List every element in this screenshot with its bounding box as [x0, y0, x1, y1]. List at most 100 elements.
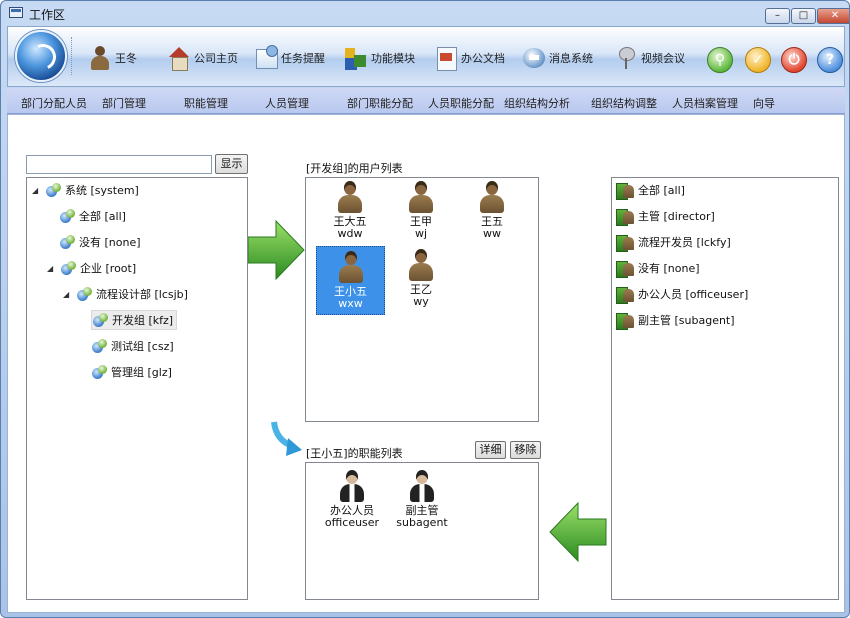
group-icon	[91, 364, 109, 380]
tree-node-kfz[interactable]: 开发组 [kfz]	[91, 310, 178, 330]
role-label: 主管 [director]	[638, 210, 715, 223]
tree-node-all[interactable]: 全部 [all]	[59, 206, 126, 226]
tree-label: 流程设计部 [lcsjb]	[96, 288, 188, 301]
tree-node-system[interactable]: ◢ 系统 [system]	[32, 180, 139, 200]
menu-dept-assign-staff[interactable]: 部门分配人员	[21, 95, 87, 111]
user-avatar-icon	[335, 180, 365, 214]
user-list-title: [开发组]的用户列表	[306, 162, 403, 175]
role-item-lckfy[interactable]: 流程开发员 [lckfy]	[616, 232, 731, 252]
curved-down-arrow-icon	[271, 421, 302, 456]
title-bar: 工作区 – □ ✕	[1, 1, 849, 25]
menu-bar: 部门分配人员 部门管理 职能管理 人员管理 部门职能分配 人员职能分配 组织结构…	[7, 88, 845, 114]
expand-arrow-icon[interactable]: ◢	[63, 290, 73, 299]
expand-arrow-icon[interactable]: ◢	[32, 186, 42, 195]
tree-node-root[interactable]: ◢ 企业 [root]	[47, 258, 136, 278]
role-item-all[interactable]: 全部 [all]	[616, 180, 685, 200]
role-icon	[616, 260, 635, 278]
video-icon	[614, 45, 638, 71]
org-tree-panel: ◢ 系统 [system] 全部 [all] 没有 [none] ◢ 企业 [r…	[26, 177, 248, 600]
window-title: 工作区	[29, 8, 66, 22]
user-list-panel: 王大五 wdw 王甲 wj 王五 ww 王小五 wxw 王乙 wy	[305, 177, 539, 422]
user-item[interactable]: 王五 ww	[464, 180, 520, 240]
role-icon	[616, 234, 635, 252]
message-system-button[interactable]: 消息系统	[522, 41, 593, 75]
message-system-label: 消息系统	[549, 52, 593, 65]
tree-node-csz[interactable]: 测试组 [csz]	[91, 336, 174, 356]
company-home-button[interactable]: 公司主页	[167, 41, 238, 75]
group-icon	[60, 260, 78, 276]
function-modules-button[interactable]: 功能模块	[344, 41, 415, 75]
minimize-button[interactable]: –	[765, 8, 790, 24]
user-avatar-icon	[406, 248, 436, 282]
user-item[interactable]: 王甲 wj	[393, 180, 449, 240]
user-item-selected[interactable]: 王小五 wxw	[316, 246, 385, 315]
company-home-label: 公司主页	[194, 52, 238, 65]
remove-button[interactable]: 移除	[510, 441, 541, 459]
menu-wizard[interactable]: 向导	[753, 95, 775, 111]
menu-dept-duty-assign[interactable]: 部门职能分配	[347, 95, 413, 111]
search-input[interactable]	[26, 155, 212, 174]
assign-right-arrow-icon[interactable]	[248, 219, 306, 281]
search-icon[interactable]: ⚲	[707, 47, 733, 73]
menu-dept-management[interactable]: 部门管理	[102, 95, 146, 111]
main-window: 工作区 – □ ✕ 王冬 公司主页 任务提醒 功能模块 办公文档 消息系统 视频…	[0, 0, 850, 618]
tree-node-none[interactable]: 没有 [none]	[59, 232, 141, 252]
detail-button[interactable]: 详细	[475, 441, 506, 459]
close-button[interactable]: ✕	[817, 8, 849, 24]
role-item-none[interactable]: 没有 [none]	[616, 258, 700, 278]
task-reminder-button[interactable]: 任务提醒	[254, 41, 325, 75]
power-icon[interactable]: ⏻	[781, 47, 807, 73]
role-item-director[interactable]: 主管 [director]	[616, 206, 715, 226]
role-icon	[616, 286, 635, 304]
group-icon	[59, 208, 77, 224]
duty-item[interactable]: 办公人员 officeuser	[322, 469, 382, 529]
main-toolbar: 王冬 公司主页 任务提醒 功能模块 办公文档 消息系统 视频会议 ⚲ ✓ ⏻ ?	[7, 26, 845, 87]
user-item[interactable]: 王乙 wy	[393, 248, 449, 308]
content-area: 显示 ◢ 系统 [system] 全部 [all] 没有 [none] ◢ 企业…	[7, 114, 845, 613]
businessman-icon	[337, 469, 367, 503]
menu-duty-management[interactable]: 职能管理	[184, 95, 228, 111]
role-label: 副主管 [subagent]	[638, 314, 735, 327]
group-icon	[91, 338, 109, 354]
duty-item[interactable]: 副主管 subagent	[392, 469, 452, 529]
tree-label: 全部 [all]	[79, 210, 126, 223]
modules-icon	[344, 45, 368, 71]
video-conference-button[interactable]: 视频会议	[614, 41, 685, 75]
help-icon[interactable]: ?	[817, 47, 843, 73]
role-icon	[616, 182, 635, 200]
maximize-button[interactable]: □	[791, 8, 816, 24]
menu-staff-archives[interactable]: 人员档案管理	[672, 95, 738, 111]
start-orb-button[interactable]	[15, 30, 67, 82]
lock-icon[interactable]: ✓	[745, 47, 771, 73]
message-icon	[522, 45, 546, 71]
task-icon	[254, 45, 278, 71]
group-icon	[59, 234, 77, 250]
role-label: 没有 [none]	[638, 262, 700, 275]
function-modules-label: 功能模块	[371, 52, 415, 65]
role-item-officeuser[interactable]: 办公人员 [officeuser]	[616, 284, 748, 304]
tree-label: 没有 [none]	[79, 236, 141, 249]
menu-org-adjust[interactable]: 组织结构调整	[591, 95, 657, 111]
role-icon	[616, 208, 635, 226]
show-button[interactable]: 显示	[215, 154, 248, 174]
group-icon	[92, 312, 110, 328]
menu-staff-duty-assign[interactable]: 人员职能分配	[428, 95, 494, 111]
user-button[interactable]: 王冬	[88, 41, 137, 75]
role-item-subagent[interactable]: 副主管 [subagent]	[616, 310, 735, 330]
tree-label: 企业 [root]	[80, 262, 137, 275]
tree-node-glz[interactable]: 管理组 [glz]	[91, 362, 172, 382]
user-avatar-icon	[406, 180, 436, 214]
app-icon	[9, 7, 23, 18]
role-list-panel: 全部 [all] 主管 [director] 流程开发员 [lckfy] 没有 …	[611, 177, 839, 600]
duty-list-title: [王小五]的职能列表	[306, 447, 403, 460]
user-item[interactable]: 王大五 wdw	[322, 180, 378, 240]
assign-left-arrow-icon[interactable]	[548, 501, 608, 563]
expand-arrow-icon[interactable]: ◢	[47, 264, 57, 273]
menu-org-analysis[interactable]: 组织结构分析	[504, 95, 570, 111]
office-docs-button[interactable]: 办公文档	[434, 41, 505, 75]
role-label: 全部 [all]	[638, 184, 685, 197]
menu-staff-management[interactable]: 人员管理	[265, 95, 309, 111]
tree-node-lcsjb[interactable]: ◢ 流程设计部 [lcsjb]	[63, 284, 188, 304]
user-icon	[88, 45, 112, 71]
task-reminder-label: 任务提醒	[281, 52, 325, 65]
